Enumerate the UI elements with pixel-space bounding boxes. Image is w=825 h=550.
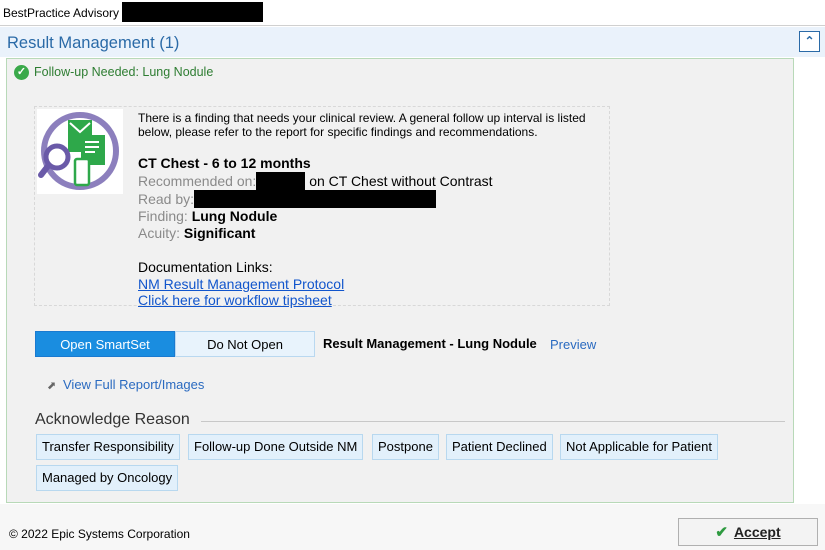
footer: © 2022 Epic Systems Corporation ✔ Accept (0, 504, 825, 550)
read-by-label: Read by: (138, 191, 195, 207)
checkmark-icon: ✔ (715, 524, 728, 541)
reason-follow-up-done-outside[interactable]: Follow-up Done Outside NM (188, 434, 364, 460)
result-review-logo-icon (37, 109, 123, 194)
preview-link[interactable]: Preview (550, 337, 596, 352)
reason-managed-by-oncology[interactable]: Managed by Oncology (36, 465, 179, 491)
doc-links-label: Documentation Links: (138, 259, 273, 275)
acknowledge-heading: Acknowledge Reason (35, 411, 190, 428)
reason-postpone[interactable]: Postpone (372, 434, 439, 460)
advisory-panel: ✓ Follow-up Needed: Lung Nodule There is… (6, 58, 794, 503)
alert-info-box: There is a finding that needs your clini… (34, 106, 610, 308)
reason-not-applicable[interactable]: Not Applicable for Patient (560, 434, 718, 460)
window-title: BestPractice Advisory - (3, 6, 127, 20)
finding-value: Lung Nodule (191, 208, 278, 224)
open-smartset-button[interactable]: Open SmartSet (35, 331, 175, 357)
window-titlebar: BestPractice Advisory - (0, 0, 825, 26)
view-full-report-link[interactable]: View Full Report/Images (63, 377, 204, 392)
section-title: Result Management (1) (7, 34, 180, 52)
recommendation-title: CT Chest - 6 to 12 months (138, 155, 311, 171)
section-header: Result Management (1) (0, 27, 825, 57)
alert-intro: There is a finding that needs your clini… (138, 111, 586, 139)
alert-title: Follow-up Needed: Lung Nodule (34, 65, 214, 79)
acuity-label: Acuity: (138, 225, 181, 241)
do-not-open-button[interactable]: Do Not Open (175, 331, 315, 357)
copyright-text: © 2022 Epic Systems Corporation (9, 527, 190, 541)
smartset-name: Result Management - Lung Nodule (323, 336, 537, 351)
acuity-value: Significant (183, 225, 256, 241)
external-link-icon: ⬈ (47, 380, 57, 392)
finding-row: Finding: Lung Nodule (138, 208, 608, 225)
recommended-on-suffix: on CT Chest without Contrast (309, 173, 493, 189)
reason-transfer-responsibility[interactable]: Transfer Responsibility (36, 434, 180, 460)
accept-button[interactable]: ✔ Accept (678, 518, 818, 546)
acuity-row: Acuity: Significant (138, 225, 608, 242)
redacted-patient-name (122, 2, 263, 22)
acknowledge-divider (201, 421, 785, 422)
read-by-row: Read by: (138, 190, 608, 208)
finding-label: Finding: (138, 208, 188, 224)
doc-link-tipsheet[interactable]: Click here for workflow tipsheet (138, 292, 608, 308)
reason-patient-declined[interactable]: Patient Declined (446, 434, 553, 460)
collapse-up-icon[interactable]: ⌃ (799, 31, 820, 52)
doc-link-protocol[interactable]: NM Result Management Protocol (138, 276, 608, 292)
recommended-on-row: Recommended on: on CT Chest without Cont… (138, 172, 608, 190)
redacted-reader (194, 190, 437, 208)
check-circle-icon: ✓ (14, 65, 29, 80)
recommended-on-label: Recommended on: (138, 173, 257, 189)
accept-label: Accept (733, 524, 781, 540)
alert-info-text: There is a finding that needs your clini… (138, 111, 608, 308)
redacted-date (256, 172, 306, 190)
